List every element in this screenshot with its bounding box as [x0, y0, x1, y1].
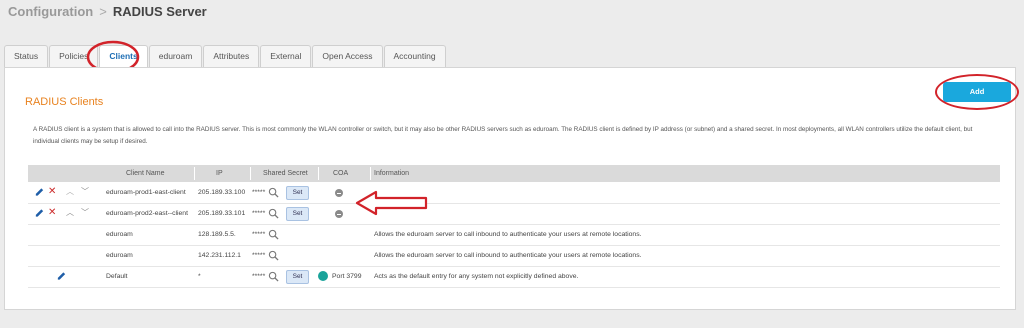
shared-secret: ***** [252, 210, 266, 217]
coa-disabled-icon[interactable] [335, 189, 343, 197]
pencil-icon[interactable] [56, 270, 67, 282]
header-shared-secret: Shared Secret [263, 170, 308, 177]
client-information: Allows the eduroam server to call inboun… [374, 252, 642, 259]
shared-secret: ***** [252, 252, 266, 259]
search-icon[interactable] [268, 250, 279, 261]
breadcrumb-separator: > [99, 4, 107, 19]
close-icon[interactable]: ✕ [48, 208, 56, 218]
breadcrumb: Configuration > RADIUS Server [8, 4, 207, 19]
chevron-down-icon[interactable]: ﹀ [81, 186, 89, 198]
clients-panel: RADIUS Clients Add A RADIUS client is a … [4, 67, 1019, 310]
client-name: Default [106, 273, 128, 280]
coa-port: Port 3799 [332, 273, 362, 280]
tab-attributes[interactable]: Attributes [203, 45, 260, 67]
chevron-up-icon[interactable]: ︿ [66, 207, 74, 219]
table-row: eduroam 128.189.5.5. ***** Allows the ed… [28, 224, 1000, 246]
tab-bar: Status Policies Clients eduroam Attribut… [4, 45, 447, 68]
annotation-circle-add [935, 74, 1019, 110]
table-header: Client Name IP Shared Secret COA Informa… [28, 165, 1000, 182]
tab-open-access[interactable]: Open Access [312, 45, 383, 67]
pencil-icon[interactable] [34, 207, 45, 219]
search-icon[interactable] [268, 229, 279, 240]
client-name: eduroam [106, 252, 133, 259]
client-name: eduroam [106, 231, 133, 238]
set-secret-button[interactable]: Set [286, 186, 309, 200]
table-row: eduroam 142.231.112.1 ***** Allows the e… [28, 245, 1000, 267]
header-client-name: Client Name [126, 170, 165, 177]
header-ip: IP [216, 170, 223, 177]
section-title: RADIUS Clients [25, 96, 104, 108]
client-ip: 205.189.33.101 [198, 210, 246, 217]
annotation-arrow-icon [355, 190, 428, 216]
pencil-icon[interactable] [34, 186, 45, 198]
tab-external[interactable]: External [260, 45, 312, 67]
client-information: Allows the eduroam server to call inboun… [374, 231, 642, 238]
coa-disabled-icon[interactable] [335, 210, 343, 218]
header-information: Information [374, 170, 410, 177]
tab-accounting[interactable]: Accounting [383, 45, 446, 67]
client-name: eduroam-prod2-east--client [106, 210, 188, 217]
table-row: Default * ***** Set Port 3799 Acts as th… [28, 266, 1000, 288]
shared-secret: ***** [252, 189, 266, 196]
search-icon[interactable] [268, 271, 279, 282]
set-secret-button[interactable]: Set [286, 270, 309, 284]
tab-eduroam[interactable]: eduroam [148, 45, 203, 67]
search-icon[interactable] [268, 208, 279, 219]
breadcrumb-parent[interactable]: Configuration [8, 4, 93, 19]
table-row: ✕ ︿ ﹀ eduroam-prod2-east--client 205.189… [28, 203, 1000, 225]
header-coa: COA [333, 170, 349, 177]
client-ip: 142.231.112.1 [198, 252, 241, 259]
section-description: A RADIUS client is a system that is allo… [33, 126, 973, 145]
client-name: eduroam-prod1-east-client [106, 189, 186, 196]
page-title: RADIUS Server [112, 4, 207, 19]
client-information: Acts as the default entry for any system… [374, 273, 579, 280]
client-ip: * [198, 273, 201, 280]
client-ip: 128.189.5.5. [198, 231, 236, 238]
chevron-down-icon[interactable]: ﹀ [81, 207, 89, 219]
set-secret-button[interactable]: Set [286, 207, 309, 221]
table-row: ✕ ︿ ﹀ eduroam-prod1-east-client 205.189.… [28, 182, 1000, 204]
coa-enabled-icon[interactable] [318, 271, 328, 281]
client-ip: 205.189.33.100 [198, 189, 246, 196]
shared-secret: ***** [252, 231, 266, 238]
shared-secret: ***** [252, 273, 266, 280]
chevron-up-icon: ︿ [66, 187, 74, 196]
close-icon[interactable]: ✕ [48, 187, 56, 197]
tab-status[interactable]: Status [4, 45, 49, 67]
search-icon[interactable] [268, 187, 279, 198]
